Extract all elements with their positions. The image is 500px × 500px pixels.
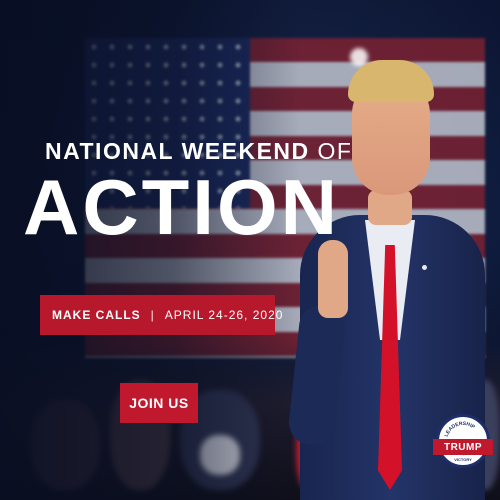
lapel-pin (422, 265, 427, 270)
join-us-button[interactable]: JOIN US (120, 383, 198, 423)
make-calls-label: MAKE CALLS (52, 308, 141, 322)
campaign-banner: NATIONAL WEEKEND OF ACTION MAKE CALLS | … (0, 0, 500, 500)
thumbs-up-hand (318, 240, 348, 318)
separator: | (150, 308, 155, 322)
badge-ribbon: TRUMP (433, 439, 493, 455)
event-info-bar: MAKE CALLS | APRIL 24-26, 2020 (40, 295, 282, 335)
svg-text:LEADERSHIP: LEADERSHIP (444, 421, 477, 438)
headline-title: ACTION (23, 163, 340, 251)
event-date: APRIL 24-26, 2020 (164, 308, 284, 322)
badge-subtext: VICTORY (454, 457, 472, 462)
headline-subtitle: NATIONAL WEEKEND OF (45, 138, 353, 164)
hair (348, 60, 434, 102)
